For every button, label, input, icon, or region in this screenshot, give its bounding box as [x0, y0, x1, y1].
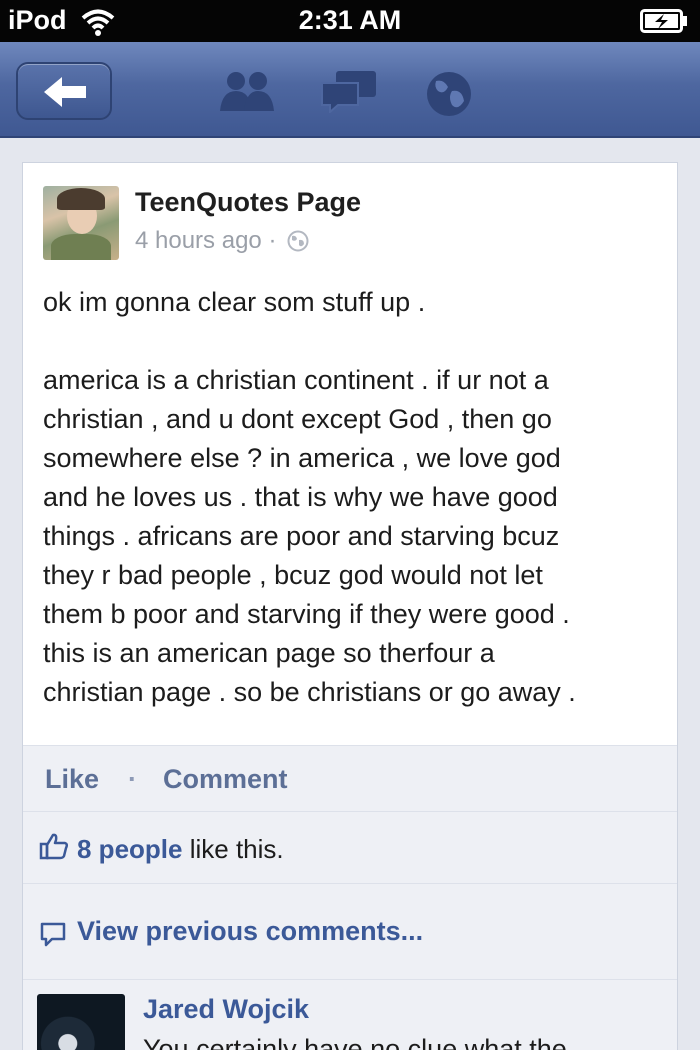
- back-arrow-icon: [44, 77, 86, 107]
- battery-charging-icon: [640, 9, 687, 33]
- friends-icon[interactable]: [216, 69, 278, 113]
- messages-icon[interactable]: [320, 69, 380, 113]
- post-line: this is an american page so therfour a: [43, 638, 495, 668]
- meta-separator: ·: [268, 227, 277, 254]
- commenter-avatar[interactable]: [37, 994, 125, 1050]
- likes-suffix: like this.: [182, 834, 284, 864]
- post-line: them b poor and starving if they were go…: [43, 599, 570, 629]
- status-bar: iPod 2:31 AM: [0, 0, 700, 42]
- likes-text: 8 people like this.: [77, 834, 284, 865]
- post-body: ok im gonna clear som stuff up . america…: [43, 283, 669, 712]
- view-previous-label: View previous comments...: [77, 916, 424, 946]
- action-separator: ·: [128, 764, 137, 794]
- likes-count[interactable]: 8 people: [77, 834, 182, 864]
- post-line: ok im gonna clear som stuff up .: [43, 287, 426, 317]
- post-line: and he loves us . that is why we have go…: [43, 482, 558, 512]
- clock-time: 2:31 AM: [298, 5, 402, 35]
- thumbs-up-icon: [39, 833, 69, 860]
- view-previous-comments[interactable]: View previous comments...: [23, 883, 677, 979]
- comment-button[interactable]: Comment: [163, 764, 288, 795]
- like-button[interactable]: Like: [45, 764, 99, 795]
- page-avatar[interactable]: [43, 186, 119, 260]
- post-line: they r bad people , bcuz god would not l…: [43, 560, 543, 590]
- comment-item: Jared Wojcik You certainly have no clue …: [23, 979, 677, 1050]
- post-actions: Like · Comment: [23, 745, 677, 811]
- post-line: somewhere else ? in america , we love go…: [43, 443, 561, 473]
- post-card: TeenQuotes Page 4 hours ago · ok im gonn…: [22, 162, 678, 1050]
- post-line: christian , and u dont except God , then…: [43, 404, 552, 434]
- likes-summary[interactable]: 8 people like this.: [23, 811, 677, 883]
- globe-icon[interactable]: [424, 69, 474, 119]
- post-line: america is a christian continent . if ur…: [43, 365, 549, 395]
- post-line: christian page . so be christians or go …: [43, 677, 576, 707]
- comment-bubble-icon: [40, 922, 66, 947]
- post-line: things . africans are poor and starving …: [43, 521, 560, 551]
- post-meta: 4 hours ago ·: [135, 227, 309, 255]
- back-button[interactable]: [16, 62, 112, 120]
- public-globe-icon: [287, 230, 309, 252]
- post-timestamp[interactable]: 4 hours ago: [135, 227, 262, 254]
- post-author[interactable]: TeenQuotes Page: [135, 187, 361, 218]
- nav-bar: [0, 42, 700, 138]
- commenter-name[interactable]: Jared Wojcik: [143, 994, 309, 1025]
- comment-text: You certainly have no clue what the: [143, 1034, 567, 1050]
